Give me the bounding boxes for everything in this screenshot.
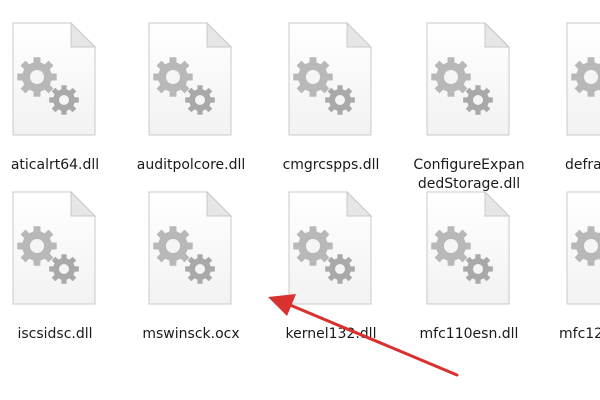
gear-file-icon xyxy=(127,186,255,306)
file-item-iscsidsc[interactable]: iscsidsc.dll xyxy=(0,186,119,356)
file-explorer-icon-view: aticalrt64.dll auditpolcore.dll cmgrcspp… xyxy=(0,0,600,400)
file-item-aticalrt64[interactable]: aticalrt64.dll xyxy=(0,17,119,187)
gear-file-icon xyxy=(545,186,600,306)
gear-file-icon xyxy=(405,186,533,306)
gear-file-icon xyxy=(405,17,533,137)
gear-file-icon xyxy=(267,186,395,306)
file-name-label: cmgrcspps.dll xyxy=(282,157,380,173)
file-item-mfc12[interactable]: mfc12 xyxy=(545,186,600,356)
gear-file-icon xyxy=(127,17,255,137)
gear-file-icon xyxy=(0,17,119,137)
file-item-cmgrcspps[interactable]: cmgrcspps.dll xyxy=(267,17,395,187)
gear-file-icon xyxy=(0,186,119,306)
file-item-kernel132[interactable]: kernel132.dll xyxy=(267,186,395,356)
file-item-configureexpandedstorage[interactable]: ConfigureExpan dedStorage.dll xyxy=(405,17,533,192)
file-name-label: iscsidsc.dll xyxy=(17,326,93,342)
gear-file-icon xyxy=(545,17,600,137)
file-item-mswinsck[interactable]: mswinsck.ocx xyxy=(127,186,255,356)
file-name-label: mfc12 xyxy=(559,326,600,342)
file-item-mfc110esn[interactable]: mfc110esn.dll xyxy=(405,186,533,356)
file-name-label: mswinsck.ocx xyxy=(142,326,240,342)
gear-file-icon xyxy=(267,17,395,137)
file-name-label: aticalrt64.dll xyxy=(10,157,100,173)
file-name-label: mfc110esn.dll xyxy=(419,326,519,342)
file-name-label: kernel132.dll xyxy=(285,326,377,342)
file-name-label: defra xyxy=(565,157,600,173)
file-item-defrag[interactable]: defra xyxy=(545,17,600,187)
file-name-label: auditpolcore.dll xyxy=(136,157,246,173)
file-item-auditpolcore[interactable]: auditpolcore.dll xyxy=(127,17,255,187)
